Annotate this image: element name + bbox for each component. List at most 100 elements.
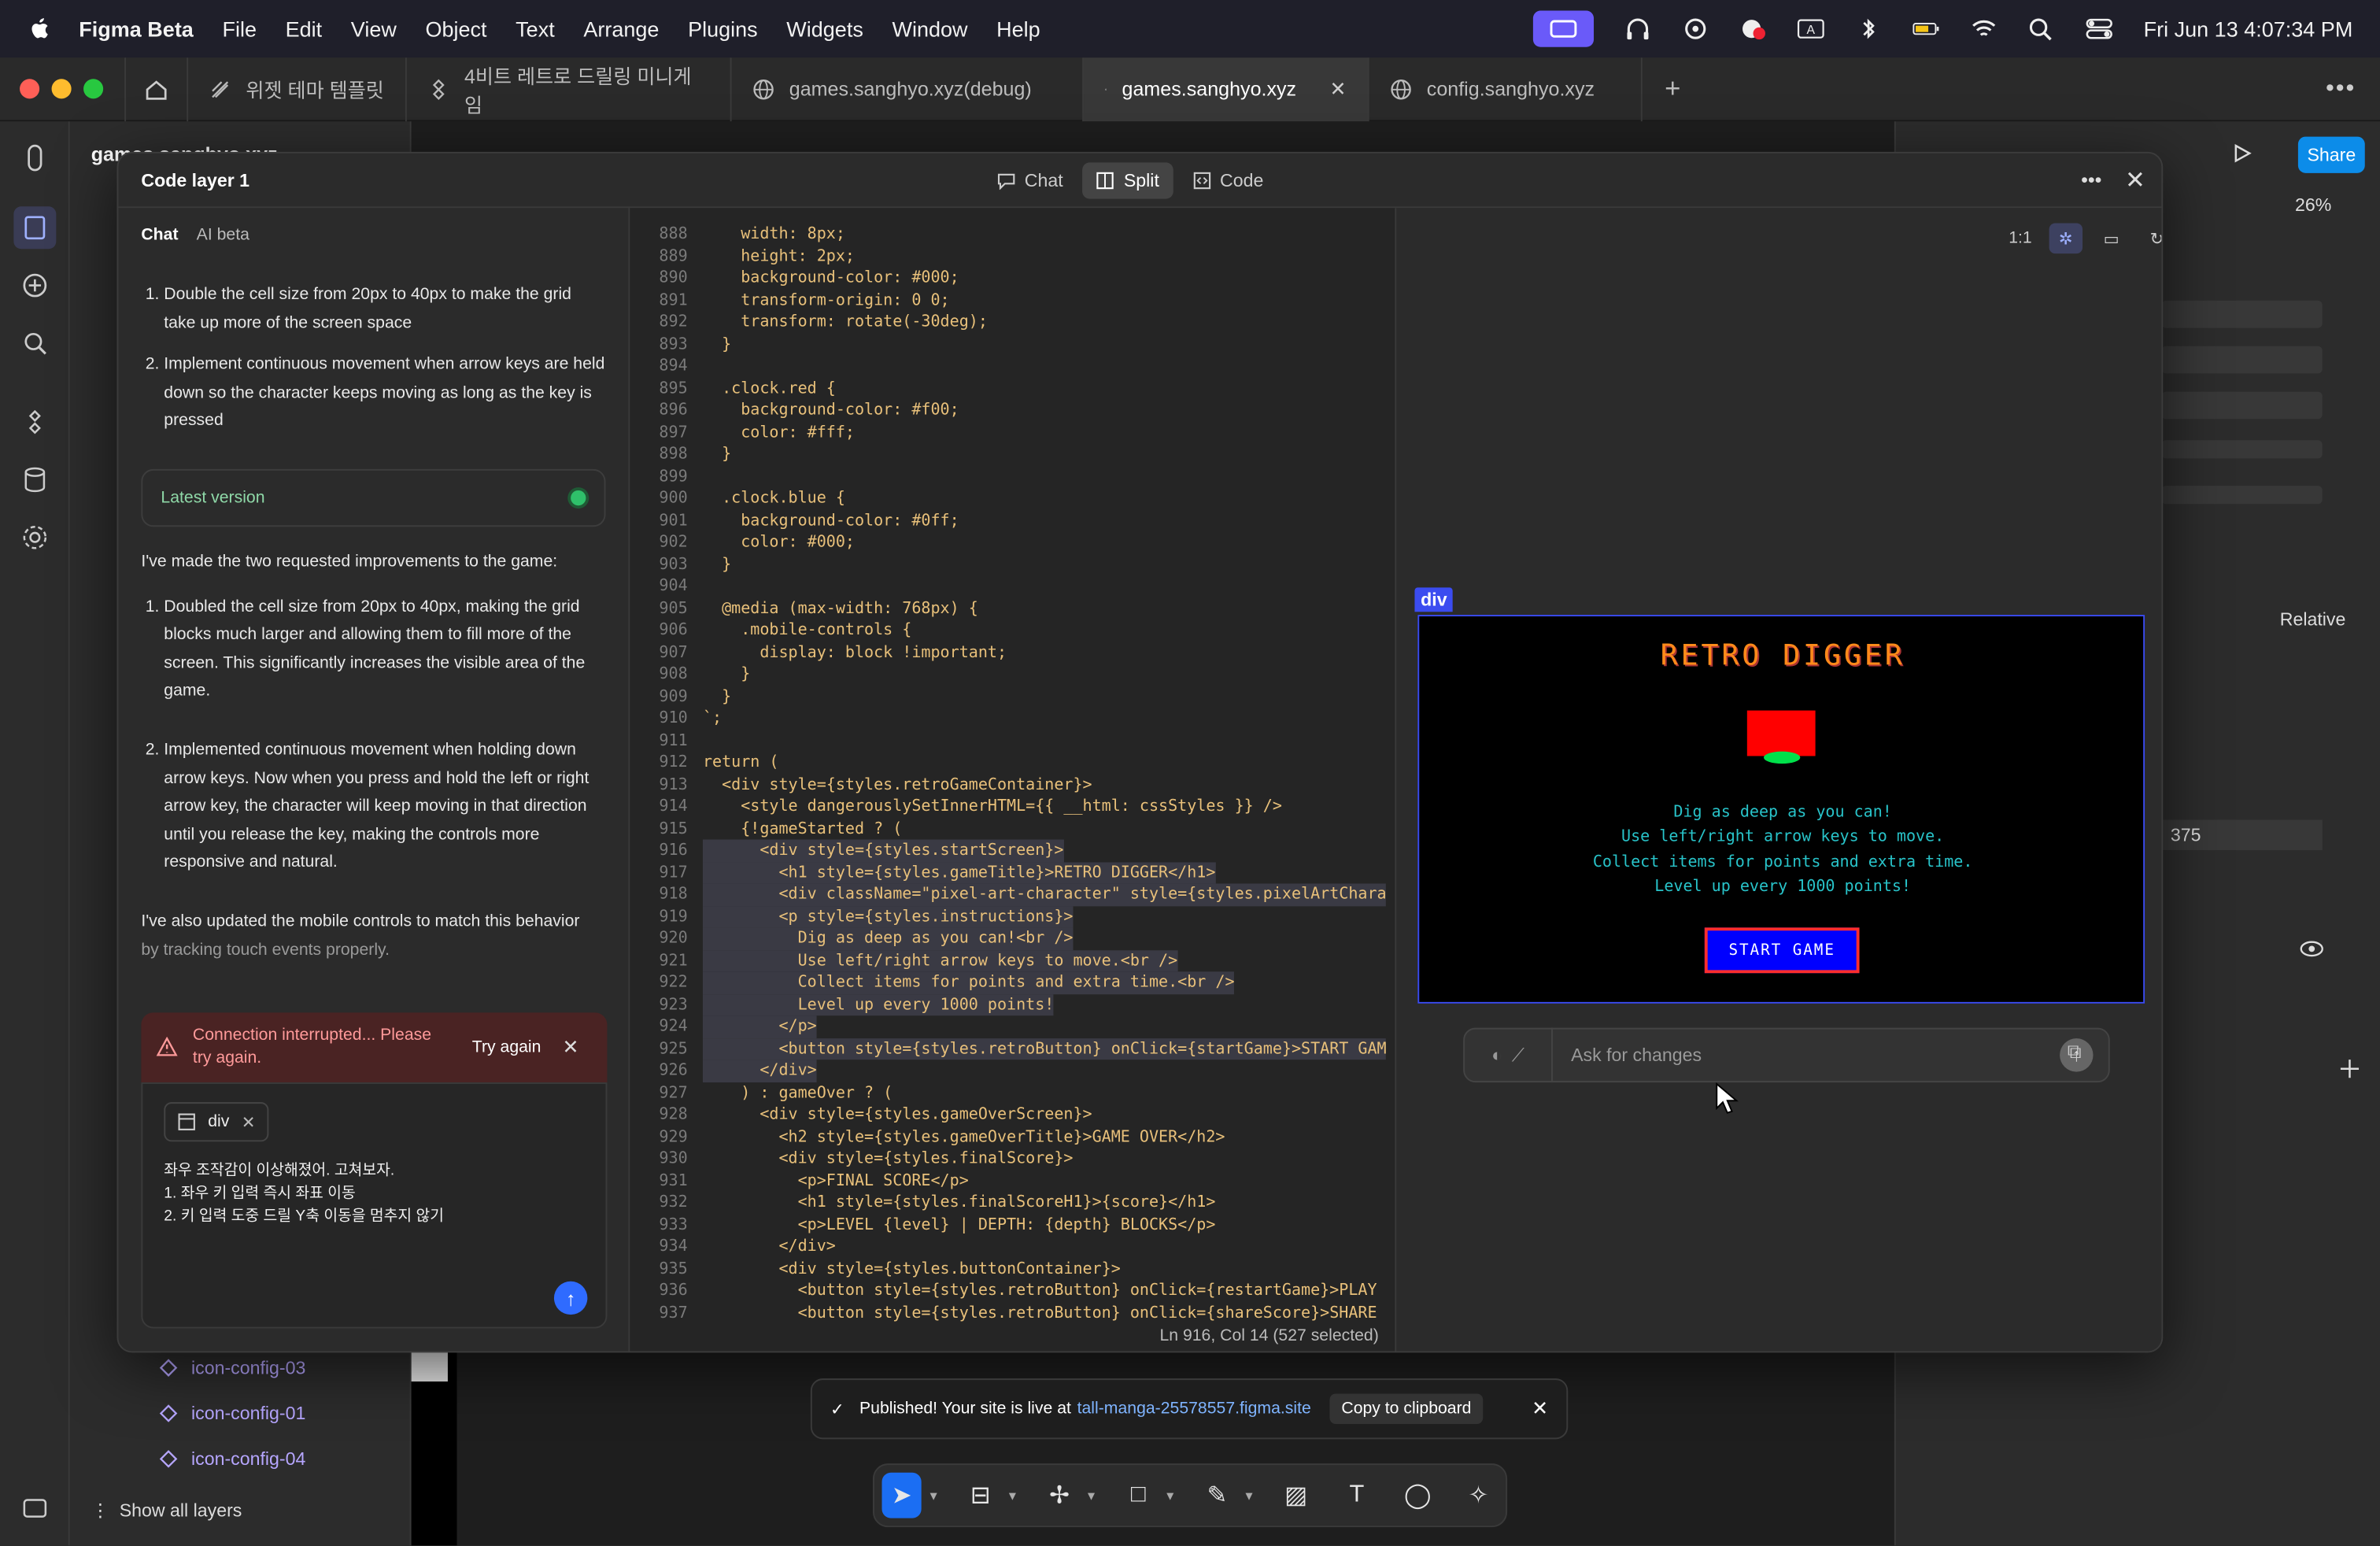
close-toast-icon[interactable]: ✕ [1532,1396,1548,1421]
dismiss-error-icon[interactable]: ✕ [562,1035,578,1060]
code-line[interactable]: 913 <div style={styles.retroGameContaine… [630,774,1395,796]
chat-notification-icon[interactable] [1740,17,1768,41]
assets-icon[interactable] [20,407,50,438]
code-line[interactable]: 910 `; [630,708,1395,730]
code-line[interactable]: 919 <p style={styles.instructions}> [630,905,1395,928]
menu-file[interactable]: File [222,17,257,41]
menu-edit[interactable]: Edit [286,17,323,41]
wifi-icon[interactable] [1971,17,1998,41]
code-line[interactable]: 912 return ( [630,752,1395,774]
code-line[interactable]: 888 width: 8px; [630,224,1395,246]
menu-plugins[interactable]: Plugins [688,17,758,41]
menu-arrange[interactable]: Arrange [583,17,659,41]
code-line[interactable]: 904 [630,575,1395,597]
code-line[interactable]: 914 <style dangerouslySetInnerHTML={{ __… [630,796,1395,818]
canvas-frame-thumbnail[interactable] [411,1348,457,1546]
figma-logo-icon[interactable] [20,142,50,173]
search-icon[interactable] [20,328,50,359]
site-link[interactable]: tall-manga-25578557.figma.site [1077,1400,1311,1418]
chat-tab[interactable]: Chat [141,226,178,244]
headphones-icon[interactable] [1624,17,1652,41]
pages-icon[interactable] [13,206,57,250]
add-icon[interactable] [20,270,50,301]
code-line[interactable]: 902 color: #000; [630,531,1395,553]
palette-icon[interactable]: ◐ [1491,1045,1502,1066]
modal-more-icon[interactable]: ••• [2081,168,2101,191]
code-line[interactable]: 930 <div style={styles.finalScore}> [630,1148,1395,1170]
chevron-down-icon[interactable]: ▼ [1007,1489,1018,1502]
settings-icon[interactable] [20,522,50,553]
code-line[interactable]: 889 height: 2px; [630,245,1395,267]
inspector-field[interactable] [2161,391,2323,420]
layer-row[interactable]: icon-config-04 [158,1448,305,1470]
chevron-down-icon[interactable]: ▼ [927,1489,939,1502]
text-tool[interactable]: T [1337,1473,1377,1518]
inspector-field[interactable] [2161,300,2323,328]
tab-split-view[interactable]: Split [1082,162,1173,199]
menu-object[interactable]: Object [425,17,486,41]
close-tab-icon[interactable]: ✕ [1330,76,1347,101]
code-line[interactable]: 893 } [630,333,1395,355]
code-line[interactable]: 931 <p>FINAL SCORE</p> [630,1170,1395,1192]
send-message-button[interactable]: ↑ [553,1281,588,1315]
code-line[interactable]: 932 <h1 style={styles.finalScoreH1}>{sco… [630,1192,1395,1214]
menu-help[interactable]: Help [996,17,1040,41]
shape-tool[interactable]: □ [1118,1473,1158,1518]
code-line[interactable]: 897 color: #fff; [630,421,1395,443]
code-line[interactable]: 921 Use left/right arrow keys to move.<b… [630,949,1395,972]
tab-games-sanghyo[interactable]: games.sanghyo.xyz ✕ [1083,57,1369,121]
control-center-icon[interactable] [2086,17,2113,41]
add-property-icon[interactable] [2339,1058,2360,1079]
code-line[interactable]: 926 </div> [630,1060,1395,1082]
inspector-field[interactable] [2161,346,2323,374]
inspector-field[interactable] [2161,440,2323,459]
code-line[interactable]: 908 } [630,664,1395,686]
code-line[interactable]: 918 <div className="pixel-art-character"… [630,883,1395,906]
close-window-button[interactable] [20,79,40,99]
start-game-button[interactable]: START GAME [1704,927,1860,974]
tab-code-view[interactable]: Code [1179,162,1277,198]
tab-config-sanghyo[interactable]: config.sanghyo.xyz [1369,57,1643,121]
ask-input[interactable]: Ask for changes [1571,1045,2060,1066]
code-line[interactable]: 898 } [630,443,1395,465]
code-line[interactable]: 909 } [630,686,1395,708]
code-line[interactable]: 899 [630,465,1395,487]
home-button[interactable] [124,57,189,121]
code-line[interactable]: 903 } [630,553,1395,575]
apple-icon[interactable] [28,17,52,41]
remove-chip-icon[interactable]: ✕ [242,1112,256,1132]
code-line[interactable]: 925 <button style={styles.retroButton} o… [630,1037,1395,1060]
pen-tool[interactable]: ✎ [1197,1473,1236,1518]
layer-row[interactable]: icon-config-01 [158,1403,305,1424]
battery-icon[interactable] [1913,17,1941,41]
screen-share-icon[interactable] [1533,10,1595,47]
tab-widget-theme[interactable]: 위젯 테마 템플릿 [188,57,407,121]
code-line[interactable]: 924 </p> [630,1015,1395,1038]
modal-close-icon[interactable]: ✕ [2125,165,2145,196]
layout-toggle-icon[interactable]: ▭ [2094,224,2127,254]
code-line[interactable]: 900 .clock.blue { [630,487,1395,509]
ai-tool[interactable]: ✧ [1458,1473,1498,1518]
chevron-down-icon[interactable]: ▼ [1164,1489,1176,1502]
code-line[interactable]: 890 background-color: #000; [630,267,1395,289]
code-line[interactable]: 928 <div style={styles.gameOverScreen}> [630,1104,1395,1126]
code-line[interactable]: 922 Collect items for points and extra t… [630,971,1395,994]
code-line[interactable]: 920 Dig as deep as you can!<br /> [630,927,1395,950]
select-element-icon[interactable]: ✲ [2049,223,2083,254]
code-line[interactable]: 901 background-color: #0ff; [630,509,1395,531]
tab-retro-drilling[interactable]: 4비트 레트로 드릴링 미니게임 [407,57,732,121]
minimize-window-button[interactable] [51,79,72,99]
latest-version-card[interactable]: Latest version [141,468,606,527]
menu-text[interactable]: Text [516,17,555,41]
image-tool[interactable]: ▨ [1277,1473,1316,1518]
code-line[interactable]: 935 <div style={styles.buttonContainer}> [630,1258,1395,1280]
component-tool[interactable]: ✢ [1040,1473,1079,1518]
layer-row[interactable]: icon-config-03 [158,1357,305,1378]
code-line[interactable]: 915 {!gameStarted ? ( [630,818,1395,840]
tab-games-debug[interactable]: games.sanghyo.xyz(debug) [731,57,1084,121]
bluetooth-icon[interactable] [1855,17,1883,41]
context-chip[interactable]: div ✕ [164,1102,269,1142]
code-line[interactable]: 929 <h2 style={styles.gameOverTitle}>GAM… [630,1126,1395,1148]
spotlight-search-icon[interactable] [2028,17,2056,41]
ai-beta-tab[interactable]: AI beta [197,226,249,244]
